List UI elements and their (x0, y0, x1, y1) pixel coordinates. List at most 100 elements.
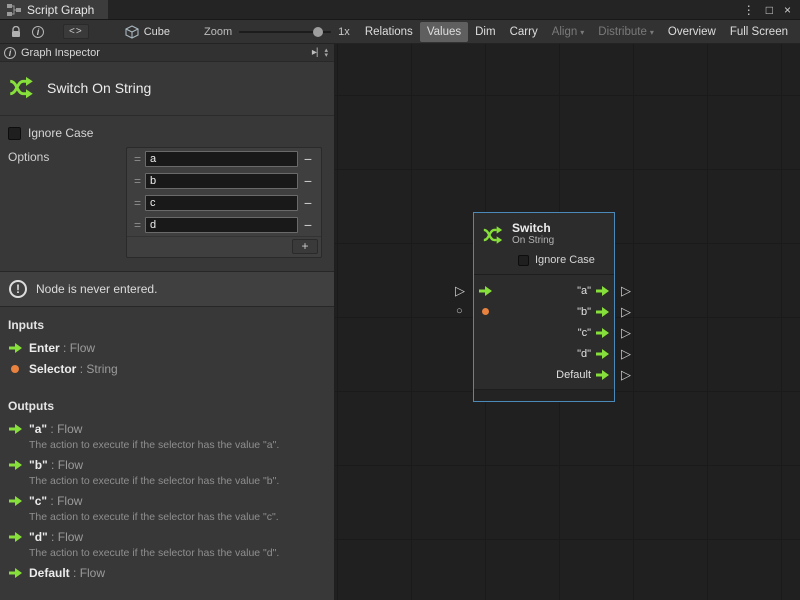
port-description: The action to execute if the selector ha… (29, 511, 279, 523)
flow-arrow-icon (9, 460, 22, 470)
port-type: Flow (58, 530, 83, 544)
zoom-slider[interactable] (239, 31, 331, 33)
add-option-button[interactable]: + (292, 239, 318, 254)
values-button[interactable]: Values (420, 22, 468, 42)
outputs-header: Outputs (0, 388, 334, 418)
port-type: Flow (57, 422, 82, 436)
tab-script-graph[interactable]: Script Graph (0, 0, 108, 19)
selector-port-marker-icon[interactable]: ○ (456, 306, 463, 317)
node-footer (474, 389, 614, 401)
flow-arrow-icon (9, 496, 22, 506)
target-object-button[interactable]: Cube (125, 25, 170, 39)
port-type: Flow (58, 458, 83, 472)
maximize-icon[interactable]: □ (766, 3, 773, 17)
output-port-marker-icon[interactable]: ▷ (621, 284, 631, 297)
port-row: "a" (474, 280, 614, 301)
output-entry-a: "a" : Flow The action to execute if the … (0, 418, 334, 454)
remove-option-button[interactable]: − (298, 173, 318, 189)
code-view-button[interactable]: <> (63, 24, 89, 39)
port-label: "d" (577, 348, 591, 360)
node-ports: "a" "b" "c" "d" Default (474, 275, 614, 389)
window-titlebar: Script Graph ⋮ □ × (0, 0, 800, 20)
dock-icon[interactable]: ▸| (312, 47, 318, 58)
tab-title: Script Graph (27, 3, 94, 17)
page-title: Switch On String (47, 80, 151, 96)
scroll-down-icon[interactable]: ▾ (324, 53, 328, 58)
output-port-marker-icon[interactable]: ▷ (621, 305, 631, 318)
port-label: "a" (577, 285, 591, 297)
output-entry-default: Default : Flow (0, 562, 334, 583)
output-port-marker-icon[interactable]: ▷ (621, 368, 631, 381)
zoom-control: Zoom 1x (204, 26, 350, 38)
output-port-marker-icon[interactable]: ▷ (621, 347, 631, 360)
port-row: Default (474, 364, 614, 385)
ignore-case-checkbox[interactable] (518, 255, 529, 266)
enter-port-icon[interactable] (479, 286, 492, 296)
scroll-arrows[interactable]: ▴▾ (322, 48, 330, 58)
node-subtitle: On String (512, 235, 554, 247)
port-description: The action to execute if the selector ha… (29, 475, 279, 487)
close-icon[interactable]: × (784, 3, 791, 17)
port-label: "b" (577, 306, 591, 318)
ignore-case-checkbox[interactable] (8, 127, 21, 140)
ignore-case-row: Ignore Case (0, 116, 334, 140)
inspector-header: i Graph Inspector ▸| ▴▾ (0, 44, 334, 62)
output-port-icon[interactable] (596, 286, 609, 296)
option-input-1[interactable] (145, 173, 298, 189)
lock-icon (11, 26, 21, 38)
port-type: String (86, 362, 117, 376)
drag-handle-icon[interactable]: = (130, 196, 145, 210)
switch-node[interactable]: Switch On String Ignore Case "a" "b" "c" (473, 212, 615, 402)
list-item: = − (127, 192, 321, 214)
selector-port-icon[interactable] (482, 308, 489, 315)
options-list-footer: + (127, 236, 321, 257)
warning-icon: ! (9, 280, 27, 298)
carry-button[interactable]: Carry (503, 22, 545, 42)
list-item: = − (127, 148, 321, 170)
ignore-case-label: Ignore Case (535, 254, 595, 266)
distribute-label: Distribute (598, 26, 647, 38)
drag-handle-icon[interactable]: = (130, 152, 145, 166)
option-input-2[interactable] (145, 195, 298, 211)
distribute-button[interactable]: Distribute ▾ (591, 22, 661, 42)
list-item: = − (127, 214, 321, 236)
window-controls: ⋮ □ × (743, 0, 800, 19)
script-graph-icon (7, 4, 21, 16)
dim-button[interactable]: Dim (468, 22, 502, 42)
output-port-icon[interactable] (596, 349, 609, 359)
drag-handle-icon[interactable]: = (130, 218, 145, 232)
lock-button[interactable] (5, 23, 27, 41)
flow-arrow-icon (9, 424, 22, 434)
output-port-icon[interactable] (596, 307, 609, 317)
options-list: = − = − = − = − + (126, 147, 322, 258)
graph-toolbar: i <> Cube Zoom 1x Relations Values Dim C… (0, 20, 800, 44)
kebab-icon[interactable]: ⋮ (743, 3, 755, 17)
warning-box: ! Node is never entered. (0, 271, 334, 307)
output-port-marker-icon[interactable]: ▷ (621, 326, 631, 339)
option-input-0[interactable] (145, 151, 298, 167)
remove-option-button[interactable]: − (298, 195, 318, 211)
full-screen-button[interactable]: Full Screen (723, 22, 795, 42)
output-entry-c: "c" : Flow The action to execute if the … (0, 490, 334, 526)
option-input-3[interactable] (145, 217, 298, 233)
enter-port-marker-icon[interactable]: ▷ (455, 284, 465, 297)
info-icon: i (4, 47, 16, 59)
remove-option-button[interactable]: − (298, 217, 318, 233)
drag-handle-icon[interactable]: = (130, 174, 145, 188)
info-button[interactable]: i (27, 23, 49, 41)
switch-icon (482, 224, 504, 246)
relations-button[interactable]: Relations (358, 22, 420, 42)
port-type: Flow (70, 341, 95, 355)
remove-option-button[interactable]: − (298, 151, 318, 167)
align-button[interactable]: Align ▾ (545, 22, 592, 42)
overview-button[interactable]: Overview (661, 22, 723, 42)
zoom-label: Zoom (204, 26, 232, 38)
graph-canvas[interactable]: ▷ ○ ▷ ▷ ▷ ▷ ▷ Switch On String Ignore Ca… (335, 44, 800, 600)
output-port-icon[interactable] (596, 328, 609, 338)
zoom-slider-thumb[interactable] (313, 27, 323, 37)
input-entry-selector: Selector : String (0, 358, 334, 379)
port-row: "c" (474, 322, 614, 343)
output-port-icon[interactable] (596, 370, 609, 380)
info-icon: i (32, 26, 44, 38)
align-label: Align (552, 26, 578, 38)
